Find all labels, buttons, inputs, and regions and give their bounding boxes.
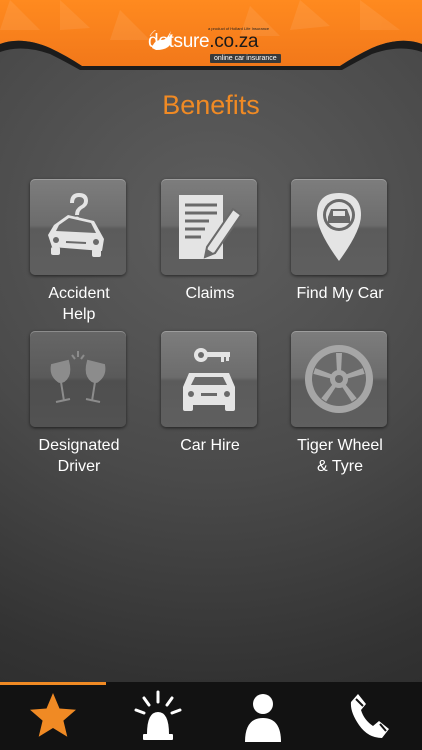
tile-accident-help[interactable]: Accident Help — [14, 179, 144, 323]
page-title: Benefits — [162, 90, 260, 120]
nav-call[interactable] — [315, 682, 420, 750]
tile-claims[interactable]: Claims — [145, 179, 275, 319]
car-key-icon — [183, 348, 235, 411]
tile-car-hire-button[interactable] — [161, 331, 257, 427]
tile-tiger-wheel-tyre-button[interactable] — [291, 331, 387, 427]
tile-label: Tiger Wheel & Tyre — [297, 437, 383, 475]
car-question-icon — [48, 193, 104, 257]
tile-label: Car Hire — [180, 437, 240, 454]
logo-name-main: dotsure — [148, 31, 210, 52]
tile-find-my-car-button[interactable] — [291, 179, 387, 275]
siren-icon — [134, 690, 181, 740]
wine-glasses-icon — [50, 351, 106, 403]
person-icon — [244, 694, 281, 742]
tile-label: Designated Driver — [38, 437, 120, 475]
tile-designated-driver[interactable]: Designated Driver — [14, 331, 144, 475]
nav-emergency[interactable] — [105, 682, 210, 750]
claim-form-icon — [179, 195, 243, 259]
wheel-rim-icon — [305, 345, 373, 413]
logo-wordmark: dotsure.co.za — [148, 32, 258, 52]
tile-label: Find My Car — [296, 285, 384, 302]
tile-car-hire[interactable]: Car Hire — [145, 331, 275, 471]
header-banner: a product of Hollard Life Insurance dots… — [0, 0, 422, 70]
tile-tiger-wheel-tyre[interactable]: Tiger Wheel & Tyre — [275, 331, 405, 475]
logo-name-suffix: .co.za — [209, 31, 259, 52]
nav-profile[interactable] — [210, 682, 315, 750]
tile-label: Accident Help — [48, 285, 110, 323]
bottom-nav — [0, 682, 422, 750]
tile-accident-help-button[interactable] — [30, 179, 126, 275]
tile-find-my-car[interactable]: Find My Car — [275, 179, 405, 319]
tile-claims-button[interactable] — [161, 179, 257, 275]
phone-icon — [350, 694, 389, 738]
star-icon — [29, 693, 76, 737]
car-location-pin-icon — [317, 193, 361, 261]
logo-tagline: online car insurance — [210, 54, 281, 63]
nav-benefits[interactable] — [0, 682, 105, 750]
tile-designated-driver-button[interactable] — [30, 331, 126, 427]
tile-label: Claims — [185, 285, 235, 302]
dotsure-logo[interactable]: a product of Hollard Life Insurance dots… — [148, 26, 281, 64]
